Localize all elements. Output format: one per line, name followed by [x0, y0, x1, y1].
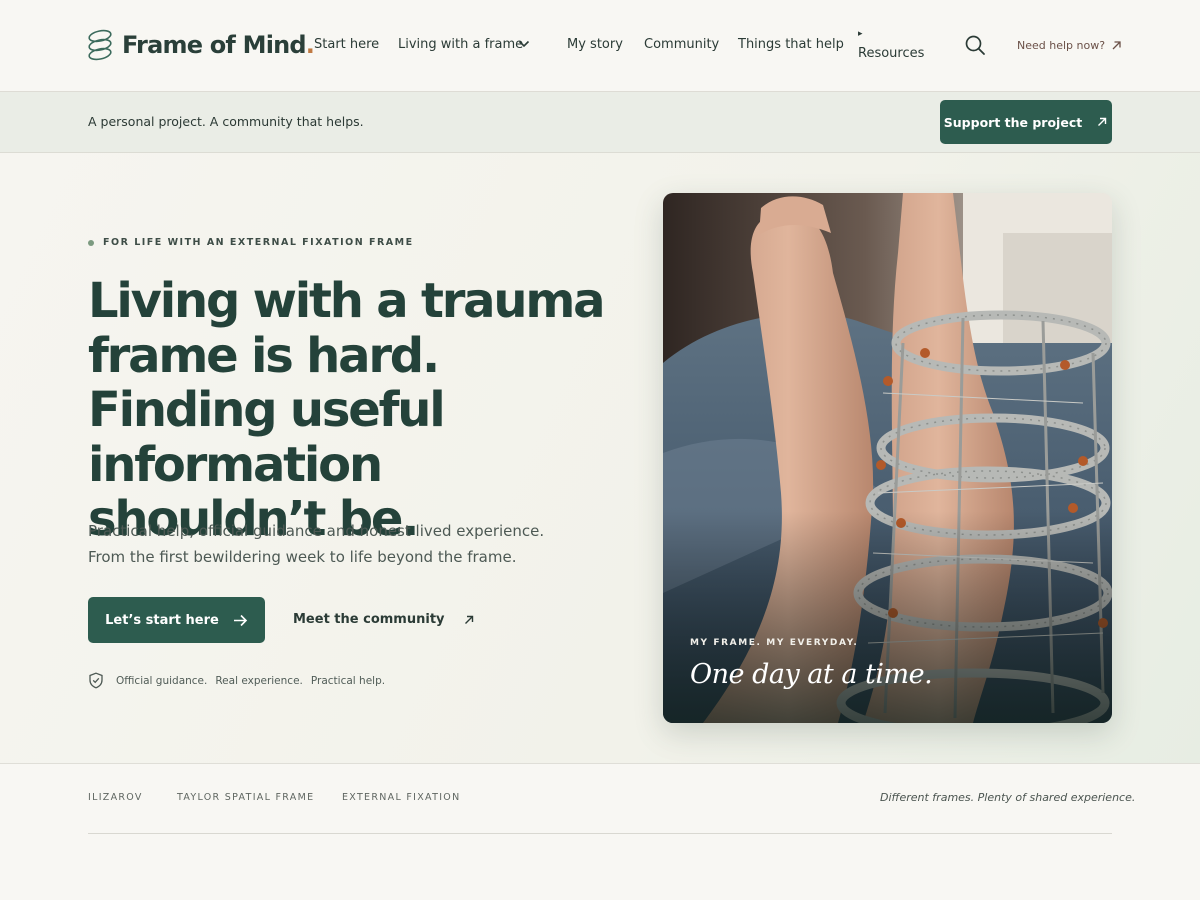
logo-mark-icon	[88, 29, 112, 61]
support-project-button[interactable]: Support the project	[940, 100, 1112, 144]
frames-tagline: Different frames. Plenty of shared exper…	[880, 791, 1136, 804]
arrow-up-right-icon	[1112, 41, 1121, 50]
start-here-button[interactable]: Let’s start here	[88, 597, 265, 643]
start-here-label: Let’s start here	[105, 612, 219, 628]
frame-tag-external-fixation: EXTERNAL FIXATION	[342, 792, 461, 803]
need-help-label: Need help now?	[1017, 39, 1106, 52]
nav-community[interactable]: Community	[644, 37, 719, 52]
photo-eyebrow: MY FRAME. MY EVERYDAY.	[690, 638, 859, 648]
arrow-up-right-icon	[464, 615, 473, 624]
nav-start-here[interactable]: Start here	[314, 37, 379, 52]
meet-community-link[interactable]: Meet the community	[293, 612, 475, 627]
hero-lede-line-2: From the first bewildering week to life …	[88, 548, 517, 566]
nav-my-story[interactable]: My story	[567, 37, 623, 52]
eyebrow-dot	[88, 239, 94, 246]
brand-name: Frame of Mind.	[122, 31, 315, 59]
nav-living-with-a-frame[interactable]: Living with a frame	[398, 37, 523, 52]
hero-photo-card: MY FRAME. MY EVERYDAY. One day at a time…	[663, 193, 1112, 723]
nav-things-that-help[interactable]: Things that help	[738, 37, 844, 52]
photo-caption: One day at a time.	[690, 659, 933, 690]
trust-signals: Official guidance. Real experience. Prac…	[88, 672, 385, 689]
trust-item: Real experience.	[215, 674, 303, 687]
disclosure-triangle-icon: ▸	[858, 29, 863, 39]
announcement-strip: A personal project. A community that hel…	[0, 92, 1200, 153]
hero-headline: Living with a trauma frame is hard. Find…	[88, 273, 606, 547]
brand-logo[interactable]: Frame of Mind.	[86, 28, 315, 62]
need-help-link[interactable]: Need help now?	[1017, 39, 1122, 52]
strip-text: A personal project. A community that hel…	[88, 114, 364, 129]
hero-lede: Practical help, official guidance and ho…	[88, 518, 558, 570]
frame-tag-taylor-spatial: TAYLOR SPATIAL FRAME	[177, 792, 315, 803]
arrow-up-right-icon	[1098, 117, 1107, 126]
section-divider	[0, 763, 1200, 764]
trust-item: Official guidance.	[116, 674, 208, 687]
hero-section: FOR LIFE WITH AN EXTERNAL FIXATION FRAME…	[0, 153, 1200, 764]
nav-resources-label: Resources	[858, 46, 925, 61]
frame-tag-ilizarov: ILIZAROV	[88, 792, 143, 803]
trust-item: Practical help.	[310, 674, 386, 687]
arrow-right-icon	[233, 614, 247, 626]
hero-lede-line-1: Practical help, official guidance and ho…	[88, 522, 545, 540]
hero-eyebrow-text: FOR LIFE WITH AN EXTERNAL FIXATION FRAME	[103, 237, 414, 248]
meet-community-label: Meet the community	[293, 612, 445, 627]
support-button-label: Support the project	[943, 114, 1083, 130]
chevron-down-icon[interactable]	[518, 39, 530, 49]
divider	[88, 833, 1112, 834]
search-icon[interactable]	[964, 34, 986, 56]
site-header: Frame of Mind. Start here Living with a …	[0, 0, 1200, 92]
nav-resources[interactable]: ▸ Resources	[858, 28, 924, 61]
shield-check-icon	[89, 672, 103, 689]
hero-eyebrow: FOR LIFE WITH AN EXTERNAL FIXATION FRAME	[88, 237, 414, 248]
